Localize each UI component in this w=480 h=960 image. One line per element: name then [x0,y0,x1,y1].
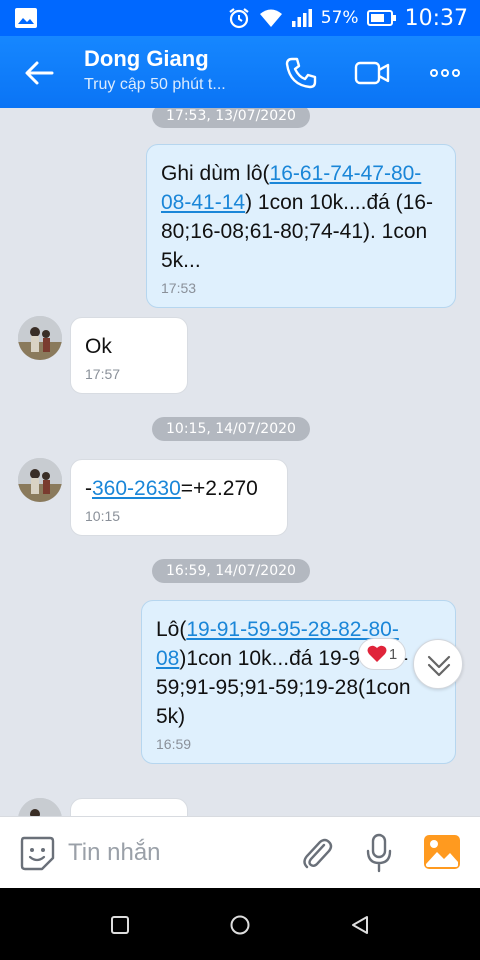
outgoing-message[interactable]: Lô(19-91-59-95-28-82-80-08)1con 10k...đá… [141,600,456,764]
message-time: 10:15 [85,508,121,524]
system-navigation-bar [0,888,480,960]
avatar-photo-icon [18,798,62,816]
date-separator: 17:53, 13/07/2020 [152,108,310,128]
avatar[interactable] [18,316,62,360]
message-time: 16:59 [156,736,192,752]
incoming-message-partial[interactable] [70,798,188,816]
sticker-emoji-icon[interactable] [18,834,56,872]
message-list[interactable]: 17:53, 13/07/2020 Ghi dùm lô(16-61-74-47… [0,108,480,816]
heart-icon [367,645,387,662]
message-link[interactable]: 360-2630 [92,477,181,500]
message-text: Lô(19-91-59-95-28-82-80-08)1con 10k...đá… [156,618,411,728]
outgoing-message[interactable]: Ghi dùm lô(16-61-74-47-80-08-41-14) 1con… [146,144,456,308]
back-arrow-icon[interactable] [22,56,56,90]
message-text: Ok [85,335,112,358]
incoming-message[interactable]: -360-2630=+2.270 10:15 [70,459,288,536]
avatar[interactable] [18,458,62,502]
double-chevron-down-icon [427,655,451,677]
alarm-icon [229,8,249,29]
home-icon[interactable] [229,914,251,936]
reaction-count: 1 [388,645,398,663]
battery-icon [366,10,396,26]
reaction-badge[interactable]: 1 [358,638,406,670]
status-bar: 57% 10:37 [0,0,480,36]
contact-name[interactable]: Dong Giang [84,46,209,72]
message-text: Ghi dùm lô(16-61-74-47-80-08-41-14) 1con… [161,162,433,272]
message-composer: Tin nhắn [0,816,480,888]
avatar-photo-icon [18,316,62,360]
date-separator: 16:59, 14/07/2020 [152,559,310,583]
message-text: -360-2630=+2.270 [85,477,258,500]
back-icon[interactable] [349,914,371,936]
message-time: 17:57 [85,366,121,382]
signal-icon [291,9,312,27]
chat-header: Dong Giang Truy cập 50 phút t... [0,36,480,108]
message-input[interactable]: Tin nhắn [68,839,161,867]
phone-call-icon[interactable] [282,54,320,92]
more-options-icon[interactable] [426,54,464,92]
incoming-message[interactable]: Ok 17:57 [70,317,188,394]
microphone-icon[interactable] [364,833,394,873]
image-gallery-icon[interactable] [423,834,461,870]
battery-percent: 57% [320,8,359,28]
last-seen-status: Truy cập 50 phút t... [84,76,226,93]
wifi-icon [259,9,282,27]
avatar[interactable] [18,798,62,816]
date-separator: 10:15, 14/07/2020 [152,417,310,441]
gallery-icon [15,8,37,28]
paperclip-icon[interactable] [300,835,334,871]
recent-apps-icon[interactable] [109,914,131,936]
clock: 10:37 [404,5,468,31]
scroll-to-bottom-button[interactable] [413,639,463,689]
message-time: 17:53 [161,280,197,296]
avatar-photo-icon [18,458,62,502]
video-call-icon[interactable] [353,54,391,92]
